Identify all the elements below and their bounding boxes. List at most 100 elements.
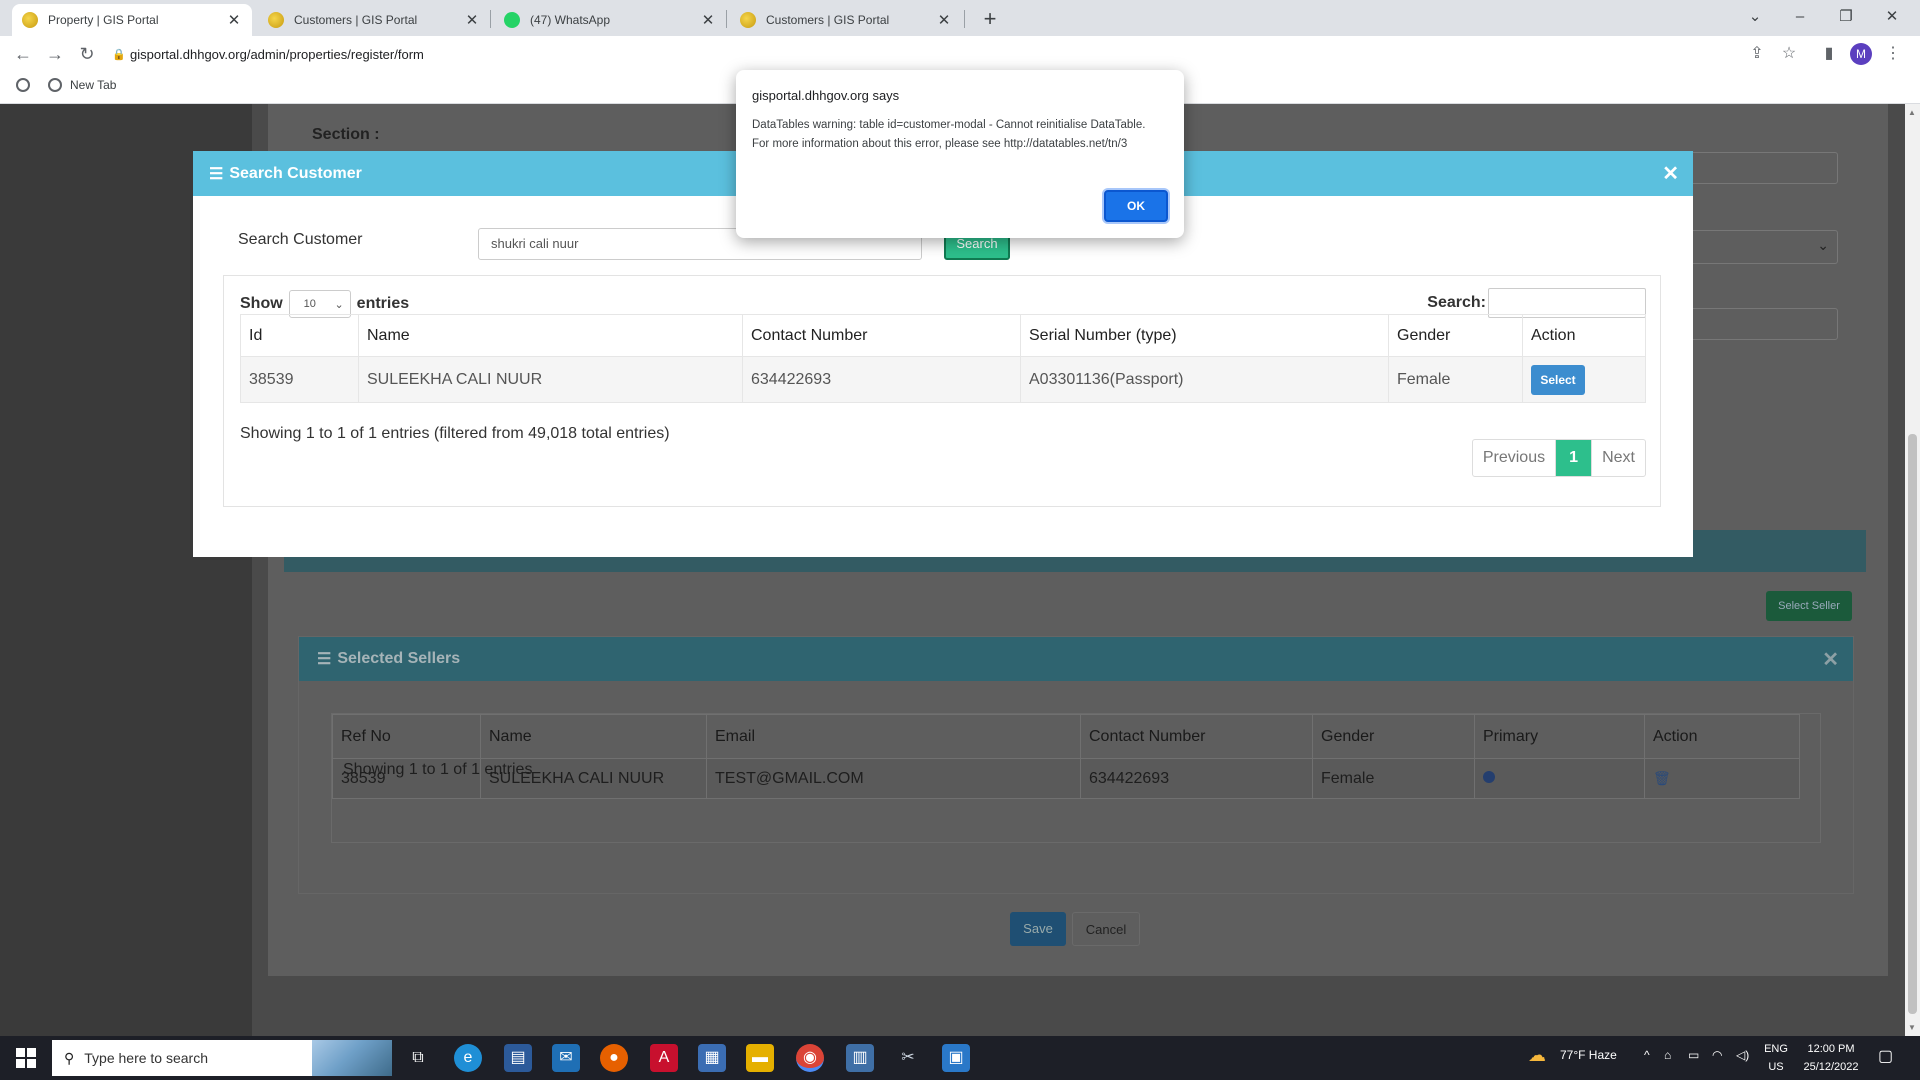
store-icon[interactable]: ▤ — [504, 1044, 532, 1072]
minimize-icon[interactable]: – — [1780, 4, 1820, 30]
window-close-icon[interactable]: ✕ — [1872, 4, 1912, 30]
previous-page-button[interactable]: Previous — [1473, 440, 1555, 476]
cancel-button[interactable]: Cancel — [1072, 912, 1140, 946]
column-header[interactable]: Contact Number — [1080, 714, 1313, 759]
section-label: Section : — [312, 126, 380, 143]
browser-tab-customers-2[interactable]: Customers | GIS Portal ✕ — [730, 4, 962, 36]
column-header[interactable]: Serial Number (type) — [1020, 314, 1389, 357]
cell-email: TEST@GMAIL.COM — [706, 758, 1081, 799]
js-alert-dialog: gisportal.dhhgov.org says DataTables war… — [736, 70, 1184, 238]
scroll-up-icon[interactable]: ▲ — [1908, 108, 1916, 117]
column-header[interactable]: Gender — [1312, 714, 1475, 759]
browser-tab-whatsapp[interactable]: (47) WhatsApp ✕ — [494, 4, 726, 36]
column-header[interactable]: Primary — [1474, 714, 1645, 759]
column-header[interactable]: Gender — [1388, 314, 1523, 357]
cell-gender: Female — [1312, 758, 1475, 799]
filter-label: Search: — [1427, 294, 1486, 311]
section-input[interactable] — [1690, 152, 1838, 184]
close-icon[interactable]: ✕ — [700, 11, 716, 29]
pdf-reader-icon[interactable]: A — [650, 1044, 678, 1072]
chevron-up-icon[interactable]: ^ — [1644, 1048, 1650, 1062]
url-text: gisportal.dhhgov.org/admin/properties/re… — [130, 46, 424, 62]
notepad-icon[interactable]: ▦ — [698, 1044, 726, 1072]
scroll-down-icon[interactable]: ▼ — [1908, 1023, 1916, 1032]
file-explorer-icon[interactable]: ▬ — [746, 1044, 774, 1072]
selected-sellers-header: ☰ Selected Sellers ✕ — [299, 637, 1853, 681]
reload-icon[interactable]: ↻ — [74, 41, 100, 67]
table-row: 38539 SULEEKHA CALI NUUR 634422693 A0330… — [240, 356, 1646, 403]
gis-logo-icon — [22, 12, 38, 28]
share-icon[interactable]: ⇪ — [1744, 41, 1770, 67]
tab-search-icon[interactable]: ⌄ — [1735, 4, 1775, 30]
select-customer-button[interactable]: Select — [1531, 364, 1585, 395]
page-1-button[interactable]: 1 — [1555, 440, 1592, 476]
close-icon[interactable]: ✕ — [1662, 161, 1679, 186]
battery-icon[interactable]: ▭ — [1688, 1048, 1699, 1062]
notification-icon[interactable]: ▢ — [1878, 1046, 1893, 1066]
cell-contact: 634422693 — [742, 356, 1021, 403]
column-header[interactable]: Id — [240, 314, 359, 357]
wifi-icon[interactable]: ◠ — [1712, 1048, 1722, 1062]
alert-ok-button[interactable]: OK — [1104, 190, 1168, 222]
entries-value: 10 — [303, 298, 316, 310]
bookmark-new-tab[interactable]: New Tab — [48, 78, 116, 92]
bookmark-star-icon[interactable]: ☆ — [1776, 41, 1802, 67]
restore-icon[interactable]: ❐ — [1826, 4, 1866, 30]
network-icon[interactable]: ⌂ — [1664, 1048, 1671, 1062]
snipping-tool-icon[interactable]: ✂ — [894, 1044, 922, 1072]
close-icon[interactable]: ✕ — [1822, 647, 1839, 672]
chrome-icon[interactable]: ◉ — [796, 1044, 824, 1072]
tab-separator — [490, 10, 491, 28]
forward-icon[interactable]: → — [42, 41, 68, 67]
alert-message: DataTables warning: table id=customer-mo… — [752, 119, 1146, 150]
column-header[interactable]: Name — [358, 314, 743, 357]
back-icon[interactable]: ← — [10, 41, 36, 67]
apps-icon[interactable] — [16, 78, 38, 92]
browser-tab-customers[interactable]: Customers | GIS Portal ✕ — [258, 4, 490, 36]
tab-label: Property | GIS Portal — [48, 13, 159, 27]
clock[interactable]: 12:00 PM 25/12/2022 — [1796, 1040, 1866, 1076]
photos-icon[interactable]: ▣ — [942, 1044, 970, 1072]
edge-icon[interactable]: e — [454, 1044, 482, 1072]
cell-id: 38539 — [240, 356, 359, 403]
primary-radio[interactable] — [1483, 770, 1495, 783]
mail-icon[interactable]: ✉ — [552, 1044, 580, 1072]
select-seller-button[interactable]: Select Seller — [1766, 591, 1852, 621]
column-header: Action — [1522, 314, 1646, 357]
page-scrollbar[interactable]: ▲ ▼ — [1905, 104, 1920, 1036]
close-icon[interactable]: ✕ — [226, 11, 242, 29]
weather-text[interactable]: 77°F Haze — [1560, 1048, 1617, 1062]
scrollbar-thumb[interactable] — [1908, 434, 1917, 1014]
close-icon[interactable]: ✕ — [464, 11, 480, 29]
section-select[interactable]: ⌄ — [1690, 230, 1838, 264]
list-icon: ☰ — [209, 165, 224, 183]
calculator-icon[interactable]: ▥ — [846, 1044, 874, 1072]
language-indicator[interactable]: ENG US — [1760, 1040, 1792, 1076]
column-header[interactable]: Contact Number — [742, 314, 1021, 357]
column-header[interactable]: Email — [706, 714, 1081, 759]
column-header[interactable]: Ref No — [332, 714, 481, 759]
tab-label: Customers | GIS Portal — [766, 13, 890, 27]
side-panel-icon[interactable]: ▮ — [1816, 41, 1842, 67]
taskbar-search[interactable]: ⚲ Type here to search — [52, 1040, 392, 1076]
menu-kebab-icon[interactable]: ⋮ — [1880, 41, 1906, 67]
lang-top: ENG — [1764, 1043, 1788, 1055]
task-view-icon[interactable]: ⧉ — [404, 1044, 432, 1072]
save-button[interactable]: Save — [1010, 912, 1066, 946]
section-input-2[interactable] — [1690, 308, 1838, 340]
profile-avatar[interactable]: M — [1850, 43, 1872, 65]
lock-icon: 🔒 — [112, 48, 126, 61]
trash-icon[interactable]: 🗑 — [1653, 770, 1671, 787]
close-icon[interactable]: ✕ — [936, 11, 952, 29]
firefox-icon[interactable]: ● — [600, 1044, 628, 1072]
windows-start-icon[interactable] — [16, 1048, 36, 1068]
volume-icon[interactable]: ◁) — [1736, 1048, 1749, 1062]
windows-taskbar: ⚲ Type here to search ⧉ e ▤ ✉ ● A ▦ ▬ ◉ … — [0, 1036, 1920, 1080]
column-header[interactable]: Name — [480, 714, 707, 759]
new-tab-icon[interactable]: + — [976, 6, 1004, 34]
browser-tab-bar: Property | GIS Portal ✕ Customers | GIS … — [0, 0, 1920, 36]
next-page-button[interactable]: Next — [1591, 440, 1645, 476]
browser-tab-property[interactable]: Property | GIS Portal ✕ — [12, 4, 252, 36]
entries-label: entries — [356, 295, 410, 312]
address-bar[interactable]: 🔒 gisportal.dhhgov.org/admin/properties/… — [112, 41, 1752, 67]
